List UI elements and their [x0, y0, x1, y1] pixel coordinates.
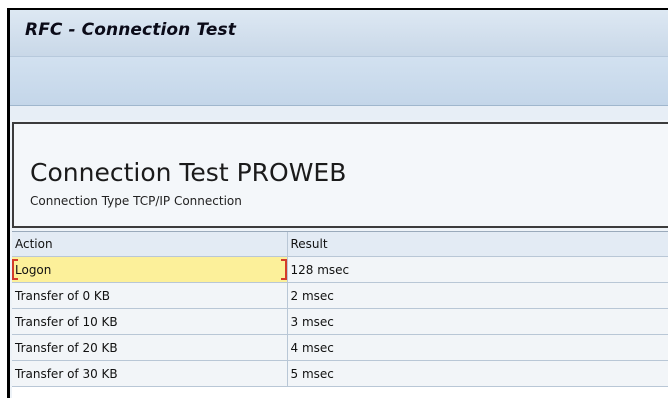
cell-result[interactable]: 3 msec [287, 308, 668, 335]
window-title: RFC - Connection Test [25, 20, 236, 40]
selection-bracket-left [12, 259, 18, 280]
table-row[interactable]: Transfer of 30 KB 5 msec [12, 360, 668, 387]
table-row[interactable]: Transfer of 0 KB 2 msec [12, 282, 668, 309]
title-bar: RFC - Connection Test [10, 10, 668, 57]
column-header-action[interactable]: Action [12, 232, 288, 257]
cell-action[interactable]: Transfer of 20 KB [12, 334, 288, 361]
results-grid: Action Result Logon 128 msec Transfer of… [12, 231, 668, 398]
cell-action[interactable]: Transfer of 0 KB [12, 282, 288, 309]
toolbar-spacer [10, 106, 668, 120]
rfc-window: RFC - Connection Test Connection Test PR… [7, 8, 668, 398]
cell-action[interactable]: Transfer of 30 KB [12, 360, 288, 387]
test-header-panel: Connection Test PROWEB Connection Type T… [12, 122, 668, 228]
application-toolbar [10, 57, 668, 106]
cell-result[interactable]: 2 msec [287, 282, 668, 309]
connection-type-label: Connection Type TCP/IP Connection [30, 194, 242, 208]
selection-bracket-right [280, 259, 286, 280]
results-table: Action Result Logon 128 msec Transfer of… [12, 232, 668, 387]
cell-action[interactable]: Transfer of 10 KB [12, 308, 288, 335]
cell-action[interactable]: Logon [12, 256, 288, 283]
cell-result[interactable]: 128 msec [287, 256, 668, 283]
table-row[interactable]: Logon 128 msec [12, 256, 668, 283]
cell-result[interactable]: 5 msec [287, 360, 668, 387]
cell-action-text: Logon [15, 262, 52, 277]
page-title: Connection Test PROWEB [30, 158, 347, 187]
column-header-result[interactable]: Result [287, 232, 668, 257]
cell-result[interactable]: 4 msec [287, 334, 668, 361]
table-row[interactable]: Transfer of 10 KB 3 msec [12, 308, 668, 335]
table-header-row: Action Result [12, 232, 668, 257]
table-row[interactable]: Transfer of 20 KB 4 msec [12, 334, 668, 361]
